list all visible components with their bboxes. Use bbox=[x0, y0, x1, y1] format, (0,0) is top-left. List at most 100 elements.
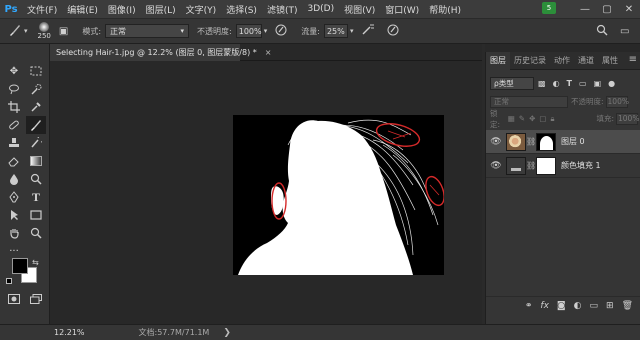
healing-brush-tool-icon[interactable] bbox=[4, 116, 24, 134]
screen-mode-icon[interactable] bbox=[26, 290, 46, 308]
brush-tool-icon[interactable] bbox=[8, 23, 22, 40]
quick-mask-icon[interactable] bbox=[4, 290, 24, 308]
notification-badge[interactable]: 5 bbox=[542, 2, 556, 14]
menu-view[interactable]: 视图(V) bbox=[339, 3, 380, 16]
delete-layer-icon[interactable]: 🗑︎ bbox=[622, 301, 633, 311]
default-colors-icon[interactable] bbox=[6, 278, 12, 284]
pressure-size-icon[interactable] bbox=[387, 24, 399, 39]
document-canvas[interactable] bbox=[233, 115, 445, 276]
new-group-icon[interactable]: ▭ bbox=[590, 301, 599, 311]
menu-3d[interactable]: 3D(D) bbox=[302, 4, 339, 14]
layer-name[interactable]: 颜色填充 1 bbox=[561, 160, 601, 171]
add-mask-icon[interactable]: ◙ bbox=[557, 301, 566, 311]
tab-history[interactable]: 历史记录 bbox=[510, 52, 550, 70]
swap-colors-icon[interactable]: ⇆ bbox=[32, 258, 39, 267]
lock-artboard-icon[interactable]: ▢ bbox=[539, 114, 546, 123]
type-filter-icon[interactable]: T bbox=[567, 79, 572, 88]
close-button[interactable]: ✕ bbox=[618, 4, 640, 15]
layer-name[interactable]: 图层 0 bbox=[561, 136, 585, 147]
document-tab[interactable]: Selecting Hair-1.jpg @ 12.2% (图层 0, 图层蒙版… bbox=[50, 44, 271, 61]
quick-selection-tool-icon[interactable] bbox=[26, 80, 46, 98]
tab-actions[interactable]: 动作 bbox=[550, 52, 574, 70]
adjustment-layer-icon[interactable]: ◐ bbox=[574, 301, 582, 311]
mode-select[interactable]: 正常 ▾ bbox=[105, 24, 190, 38]
layer-opacity-input[interactable]: 100% bbox=[605, 95, 629, 108]
menu-type[interactable]: 文字(Y) bbox=[181, 3, 222, 16]
minimize-button[interactable]: — bbox=[574, 4, 596, 15]
brush-tool-icon[interactable] bbox=[26, 116, 46, 134]
menu-edit[interactable]: 编辑(E) bbox=[62, 3, 103, 16]
clone-stamp-tool-icon[interactable] bbox=[4, 134, 24, 152]
chevron-down-icon[interactable]: ▾ bbox=[264, 27, 268, 35]
eraser-tool-icon[interactable] bbox=[4, 152, 24, 170]
chevron-down-icon[interactable]: ▾ bbox=[24, 27, 28, 35]
blur-tool-icon[interactable] bbox=[4, 170, 24, 188]
rectangle-tool-icon[interactable] bbox=[26, 206, 46, 224]
filter-toggle-icon[interactable]: ● bbox=[608, 79, 615, 88]
mask-link-icon[interactable]: ⛓︎ bbox=[526, 161, 536, 170]
layer-mask-thumbnail[interactable] bbox=[536, 156, 556, 175]
search-icon[interactable] bbox=[596, 24, 608, 39]
smart-object-filter-icon[interactable]: ▣ bbox=[594, 79, 602, 88]
gradient-tool-icon[interactable] bbox=[26, 152, 46, 170]
layer-style-icon[interactable]: fx bbox=[540, 301, 549, 311]
flow-input[interactable]: 25% bbox=[323, 24, 348, 38]
move-tool-icon[interactable]: ✥ bbox=[4, 62, 24, 80]
dodge-tool-icon[interactable] bbox=[26, 170, 46, 188]
chevron-down-icon[interactable]: ▾ bbox=[350, 27, 354, 35]
tab-channels[interactable]: 通道 bbox=[574, 52, 598, 70]
brush-panel-icon[interactable]: ▣ bbox=[59, 26, 68, 37]
pen-tool-icon[interactable] bbox=[4, 188, 24, 206]
link-layers-icon[interactable]: ⚭ bbox=[525, 301, 533, 311]
fill-input[interactable]: 100% bbox=[616, 112, 639, 125]
workspace-icon[interactable]: ▭ bbox=[620, 26, 629, 37]
lasso-tool-icon[interactable] bbox=[4, 80, 24, 98]
lock-paint-icon[interactable]: ✎ bbox=[519, 114, 525, 123]
maximize-button[interactable]: ▢ bbox=[596, 4, 618, 15]
lock-position-icon[interactable]: ✥ bbox=[529, 114, 535, 123]
menu-image[interactable]: 图像(I) bbox=[103, 3, 141, 16]
blend-mode-select[interactable]: 正常 bbox=[490, 95, 568, 108]
menu-help[interactable]: 帮助(H) bbox=[424, 3, 466, 16]
menu-window[interactable]: 窗口(W) bbox=[380, 3, 424, 16]
hand-tool-icon[interactable] bbox=[4, 224, 24, 242]
status-menu-icon[interactable]: ❯ bbox=[223, 328, 231, 338]
new-layer-icon[interactable]: ⊞ bbox=[606, 301, 614, 311]
panel-menu-icon[interactable]: ≡ bbox=[629, 54, 637, 65]
brush-preset-picker[interactable]: 250 bbox=[38, 22, 51, 40]
close-tab-icon[interactable]: × bbox=[265, 48, 272, 57]
menu-filter[interactable]: 滤镜(T) bbox=[262, 3, 303, 16]
foreground-color-swatch[interactable] bbox=[12, 258, 28, 274]
layer-thumbnail[interactable] bbox=[506, 132, 526, 151]
menu-file[interactable]: 文件(F) bbox=[22, 3, 62, 16]
airbrush-icon[interactable] bbox=[361, 24, 375, 39]
marquee-tool-icon[interactable] bbox=[26, 62, 46, 80]
menu-layer[interactable]: 图层(L) bbox=[141, 3, 181, 16]
visibility-eye-icon[interactable]: 👁︎ bbox=[486, 161, 506, 171]
tab-layers[interactable]: 图层 bbox=[486, 51, 510, 70]
zoom-tool-icon[interactable] bbox=[26, 224, 46, 242]
pixel-filter-icon[interactable]: ▩ bbox=[538, 79, 546, 88]
shape-filter-icon[interactable]: ▭ bbox=[579, 79, 587, 88]
layer-mask-thumbnail[interactable] bbox=[536, 132, 556, 151]
zoom-level[interactable]: 12.21% bbox=[54, 328, 85, 337]
adjustment-filter-icon[interactable]: ◐ bbox=[553, 79, 560, 88]
visibility-eye-icon[interactable]: 👁︎ bbox=[486, 137, 506, 147]
lock-pixels-icon[interactable]: ▦ bbox=[508, 114, 515, 123]
eyedropper-tool-icon[interactable] bbox=[26, 98, 46, 116]
lock-all-icon[interactable]: 🔒︎ bbox=[550, 114, 554, 124]
layer-thumbnail[interactable] bbox=[506, 156, 526, 175]
mask-link-icon[interactable]: ⛓︎ bbox=[526, 137, 536, 146]
opacity-input[interactable]: 100% bbox=[235, 24, 262, 38]
filter-kind-select[interactable]: ρ类型 bbox=[490, 76, 534, 90]
type-tool-icon[interactable]: T bbox=[26, 188, 46, 206]
layer-row[interactable]: 👁︎ ⛓︎ 颜色填充 1 bbox=[486, 154, 640, 178]
crop-tool-icon[interactable] bbox=[4, 98, 24, 116]
path-selection-tool-icon[interactable] bbox=[4, 206, 24, 224]
tab-properties[interactable]: 属性 bbox=[598, 52, 622, 70]
layer-row[interactable]: 👁︎ ⛓︎ 图层 0 bbox=[486, 130, 640, 154]
canvas-area[interactable] bbox=[50, 61, 482, 325]
history-brush-tool-icon[interactable] bbox=[26, 134, 46, 152]
menu-select[interactable]: 选择(S) bbox=[221, 3, 262, 16]
pressure-opacity-icon[interactable] bbox=[275, 24, 287, 39]
